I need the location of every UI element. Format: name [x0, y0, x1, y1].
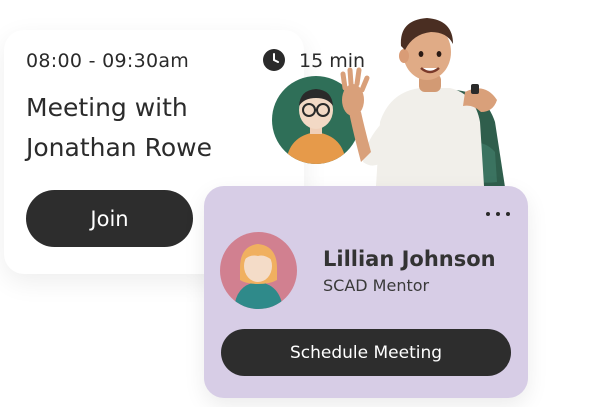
stage: 08:00 - 09:30am 15 min Meeting with Jona… [0, 0, 591, 407]
mentor-name: Lillian Johnson [323, 247, 496, 271]
meeting-title: Meeting with Jonathan Rowe [26, 93, 212, 162]
mentor-card: Lillian Johnson SCAD Mentor Schedule Mee… [204, 186, 528, 398]
mentor-role: SCAD Mentor [323, 276, 430, 295]
waving-character-illustration [340, 18, 505, 202]
join-button[interactable]: Join [26, 190, 193, 247]
schedule-meeting-button[interactable]: Schedule Meeting [221, 329, 511, 376]
more-horizontal-icon[interactable] [486, 208, 510, 220]
mentor-avatar-illustration [234, 244, 283, 309]
clock-icon [263, 49, 285, 71]
meeting-time-range: 08:00 - 09:30am [26, 50, 190, 72]
mentor-avatar [220, 232, 297, 309]
